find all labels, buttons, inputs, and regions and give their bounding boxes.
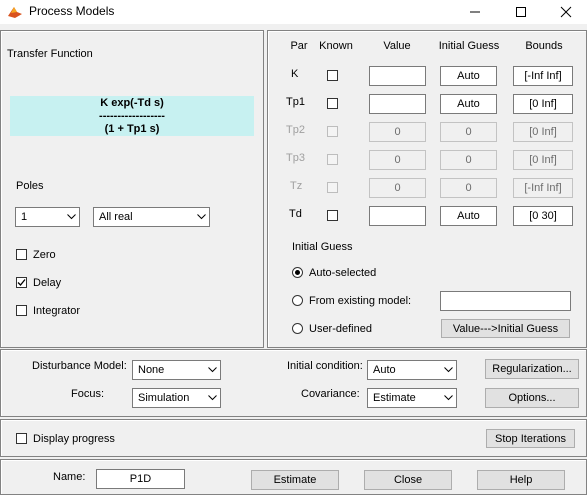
- checkmark-icon: [17, 279, 26, 286]
- covariance-label: Covariance:: [301, 388, 360, 400]
- delay-checkbox[interactable]: [16, 277, 27, 288]
- poles-type-select[interactable]: All real: [93, 207, 210, 227]
- param-name: Td: [289, 208, 302, 220]
- radio-selected-dot: [295, 270, 300, 275]
- poles-type-value: All real: [99, 211, 133, 223]
- integrator-checkbox[interactable]: [16, 305, 27, 316]
- known-checkbox[interactable]: [327, 98, 338, 109]
- minimize-icon: [470, 11, 480, 13]
- initial-condition-value: Auto: [373, 364, 396, 376]
- stop-iterations-button[interactable]: Stop Iterations: [486, 429, 575, 448]
- covariance-select[interactable]: Estimate: [367, 388, 457, 408]
- user-defined-label: User-defined: [309, 323, 372, 335]
- tf-numerator: K exp(-Td s): [100, 97, 164, 109]
- initial-guess-field[interactable]: 0: [440, 122, 497, 142]
- poles-label: Poles: [16, 180, 44, 192]
- param-name: Tp3: [286, 152, 305, 164]
- disturbance-model-select[interactable]: None: [132, 360, 221, 380]
- title-bar: Process Models: [0, 0, 587, 24]
- integrator-label: Integrator: [33, 305, 81, 317]
- from-existing-model-radio[interactable]: [292, 295, 303, 306]
- initial-guess-field[interactable]: Auto: [440, 206, 497, 226]
- value-field[interactable]: 0: [369, 150, 426, 170]
- transfer-function-display: K exp(-Td s) ------------------ (1 + Tp1…: [10, 96, 254, 136]
- chevron-down-icon: [440, 361, 456, 379]
- value-field[interactable]: 0: [369, 178, 426, 198]
- name-label: Name:: [53, 471, 86, 483]
- tf-divider: ------------------: [99, 110, 165, 122]
- transfer-function-label: Transfer Function: [7, 48, 93, 60]
- chevron-down-icon: [204, 361, 220, 379]
- maximize-button[interactable]: [498, 0, 544, 24]
- value-field[interactable]: [369, 206, 426, 226]
- display-progress-checkbox[interactable]: [16, 433, 27, 444]
- poles-count-value: 1: [21, 211, 28, 223]
- param-name: Tp2: [286, 124, 305, 136]
- focus-select[interactable]: Simulation: [132, 388, 221, 408]
- header-known: Known: [319, 40, 353, 52]
- model-name-field[interactable]: P1D: [96, 469, 185, 489]
- chevron-down-icon: [440, 389, 456, 407]
- options-button[interactable]: Options...: [485, 388, 579, 408]
- focus-label: Focus:: [71, 388, 105, 400]
- matlab-icon: [8, 7, 22, 18]
- value-field[interactable]: 0: [369, 122, 426, 142]
- bounds-field[interactable]: [0 Inf]: [513, 94, 573, 114]
- value-to-initial-guess-button[interactable]: Value--->Initial Guess: [441, 319, 570, 338]
- value-field[interactable]: [369, 66, 426, 86]
- zero-checkbox[interactable]: [16, 249, 27, 260]
- close-icon: [560, 6, 572, 18]
- bounds-field[interactable]: [-Inf Inf]: [513, 66, 573, 86]
- known-checkbox[interactable]: [327, 182, 338, 193]
- known-checkbox[interactable]: [327, 210, 338, 221]
- header-initial-guess: Initial Guess: [438, 40, 500, 52]
- initial-guess-field[interactable]: Auto: [440, 94, 497, 114]
- chevron-down-icon: [193, 208, 209, 226]
- param-name: Tp1: [286, 96, 305, 108]
- header-value: Value: [383, 40, 411, 52]
- bounds-field[interactable]: [-Inf Inf]: [513, 178, 573, 198]
- known-checkbox[interactable]: [327, 126, 338, 137]
- known-checkbox[interactable]: [327, 70, 338, 81]
- tf-denominator: (1 + Tp1 s): [104, 123, 160, 135]
- zero-label: Zero: [33, 249, 56, 261]
- initial-guess-field[interactable]: 0: [440, 150, 497, 170]
- help-button[interactable]: Help: [477, 470, 565, 490]
- bounds-field[interactable]: [0 Inf]: [513, 122, 573, 142]
- close-button[interactable]: Close: [364, 470, 452, 490]
- window-title: Process Models: [29, 4, 115, 18]
- disturbance-model-value: None: [138, 364, 165, 376]
- maximize-icon: [516, 7, 526, 17]
- disturbance-model-label: Disturbance Model:: [32, 360, 127, 372]
- estimate-button[interactable]: Estimate: [251, 470, 339, 490]
- auto-selected-radio[interactable]: [292, 267, 303, 278]
- initial-guess-field[interactable]: Auto: [440, 66, 497, 86]
- regularization-button[interactable]: Regularization...: [485, 359, 579, 379]
- minimize-button[interactable]: [452, 0, 498, 24]
- existing-model-field[interactable]: [440, 291, 571, 311]
- covariance-value: Estimate: [373, 392, 416, 404]
- bounds-field[interactable]: [0 Inf]: [513, 150, 573, 170]
- initial-condition-label: Initial condition:: [287, 360, 363, 372]
- user-defined-radio[interactable]: [292, 323, 303, 334]
- initial-condition-select[interactable]: Auto: [367, 360, 457, 380]
- initial-guess-field[interactable]: 0: [440, 178, 497, 198]
- focus-value: Simulation: [138, 392, 190, 404]
- header-bounds: Bounds: [525, 40, 563, 52]
- chevron-down-icon: [204, 389, 220, 407]
- param-name: Tz: [290, 180, 303, 192]
- param-name: K: [291, 68, 299, 80]
- delay-label: Delay: [33, 277, 62, 289]
- display-progress-label: Display progress: [33, 433, 115, 445]
- chevron-down-icon: [63, 208, 79, 226]
- close-window-button[interactable]: [543, 0, 587, 24]
- auto-selected-label: Auto-selected: [309, 267, 377, 279]
- value-field[interactable]: [369, 94, 426, 114]
- from-existing-model-label: From existing model:: [309, 295, 412, 307]
- poles-count-select[interactable]: 1: [15, 207, 80, 227]
- known-checkbox[interactable]: [327, 154, 338, 165]
- header-par: Par: [290, 40, 308, 52]
- bounds-field[interactable]: [0 30]: [513, 206, 573, 226]
- initial-guess-label: Initial Guess: [292, 241, 353, 253]
